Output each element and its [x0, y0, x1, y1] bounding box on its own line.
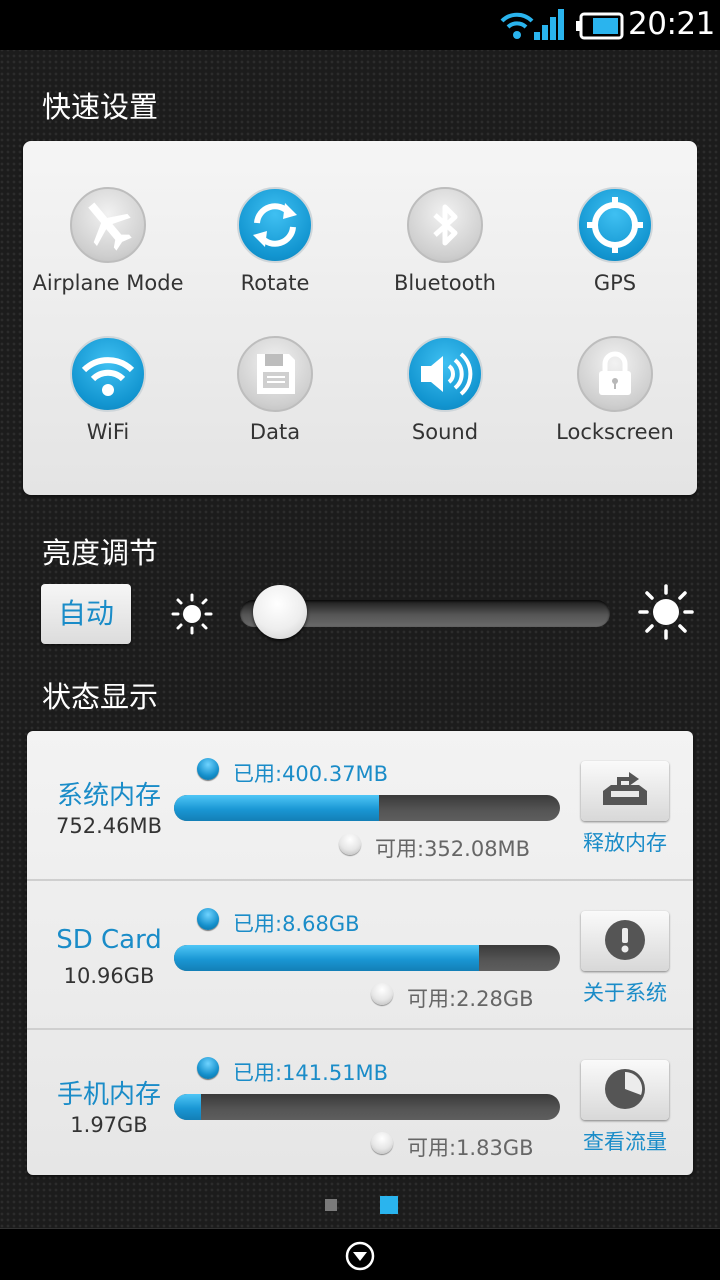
- toggle-label: Bluetooth: [394, 271, 496, 295]
- status-title: 状态显示: [42, 680, 159, 714]
- info-icon: [605, 920, 645, 960]
- storage-total: 1.97GB: [70, 1113, 148, 1137]
- usage-bar: [174, 1094, 560, 1120]
- page-indicator-2[interactable]: [380, 1196, 398, 1214]
- release-memory-button[interactable]: [581, 761, 669, 821]
- bluetooth-icon: [407, 187, 483, 263]
- collapse-bar[interactable]: [0, 1228, 720, 1280]
- usage-bar: [174, 795, 560, 821]
- action-label[interactable]: 关于系统: [567, 977, 683, 1007]
- sun-large-icon: [638, 584, 694, 640]
- used-text: 已用:400.37MB: [233, 762, 389, 786]
- wifi-icon: [500, 12, 534, 39]
- free-dot: [371, 983, 393, 1005]
- used-text: 已用:8.68GB: [233, 912, 360, 936]
- storage-name: SD Card: [56, 925, 162, 955]
- usage-bar-fill: [174, 945, 479, 971]
- free-dot: [371, 1132, 393, 1154]
- action-label[interactable]: 释放内存: [567, 827, 683, 857]
- toggle-sound[interactable]: Sound: [360, 336, 530, 476]
- rotate-icon: [237, 187, 313, 263]
- action-label[interactable]: 查看流量: [567, 1126, 683, 1156]
- lock-icon: [577, 336, 653, 412]
- brightness-title: 亮度调节: [42, 536, 159, 570]
- toggle-label: GPS: [593, 271, 637, 295]
- collapse-arrow-icon[interactable]: [344, 1240, 376, 1272]
- about-system-button[interactable]: [581, 911, 669, 971]
- battery-icon: [576, 12, 624, 40]
- toggle-label: Rotate: [240, 271, 310, 295]
- airplane-icon: [70, 187, 146, 263]
- status-bar: 20:21: [0, 0, 720, 50]
- toggle-data[interactable]: Data: [190, 336, 360, 476]
- storage-name: 系统内存: [56, 781, 161, 811]
- free-dot: [339, 833, 361, 855]
- free-text: 可用:2.28GB: [407, 987, 534, 1011]
- toggle-airplane-mode[interactable]: Airplane Mode: [23, 187, 193, 327]
- toggle-rotate[interactable]: Rotate: [190, 187, 360, 327]
- page-indicator-1[interactable]: [325, 1199, 337, 1211]
- toggle-label: Data: [249, 420, 301, 444]
- used-dot: [197, 908, 219, 930]
- storage-row-phone-memory: 手机内存 1.97GB 已用:141.51MB 可用:1.83GB 查看流量: [27, 1028, 693, 1175]
- toggle-label: Lockscreen: [556, 420, 674, 444]
- brightness-slider-thumb[interactable]: [253, 585, 307, 639]
- storage-total: 752.46MB: [55, 814, 162, 838]
- quick-settings-title: 快速设置: [42, 90, 159, 124]
- sound-icon: [407, 336, 483, 412]
- free-text: 可用:352.08MB: [375, 837, 531, 861]
- release-memory-icon: [603, 772, 647, 805]
- toggle-gps[interactable]: GPS: [530, 187, 700, 327]
- storage-total: 10.96GB: [63, 964, 155, 988]
- toggle-wifi[interactable]: WiFi: [23, 336, 193, 476]
- free-text: 可用:1.83GB: [407, 1136, 534, 1160]
- data-icon: [237, 336, 313, 412]
- toggle-lockscreen[interactable]: Lockscreen: [530, 336, 700, 476]
- toggle-label: Airplane Mode: [32, 271, 184, 295]
- status-panel: 系统内存 752.46MB 已用:400.37MB 可用:352.08MB 释放…: [27, 731, 693, 1175]
- toggle-bluetooth[interactable]: Bluetooth: [360, 187, 530, 327]
- storage-row-system-memory: 系统内存 752.46MB 已用:400.37MB 可用:352.08MB 释放…: [27, 731, 693, 879]
- toggle-label: WiFi: [86, 420, 130, 444]
- usage-bar-fill: [174, 1094, 202, 1120]
- used-dot: [197, 1057, 219, 1079]
- view-traffic-button[interactable]: [581, 1060, 669, 1120]
- sun-small-icon: [171, 593, 213, 635]
- clock: 20:21: [628, 6, 715, 42]
- auto-brightness-button[interactable]: 自动: [41, 584, 131, 644]
- signal-icon: [534, 9, 564, 40]
- used-text: 已用:141.51MB: [233, 1061, 389, 1085]
- wifi-icon: [70, 336, 146, 412]
- usage-bar: [174, 945, 560, 971]
- quick-settings-panel: Airplane Mode Rotate Bluetooth GPS WiFi …: [23, 141, 697, 495]
- storage-row-sd-card: SD Card 10.96GB 已用:8.68GB 可用:2.28GB 关于系统: [27, 879, 693, 1027]
- gps-icon: [577, 187, 653, 263]
- pie-chart-icon: [605, 1069, 645, 1109]
- usage-bar-fill: [174, 795, 379, 821]
- storage-name: 手机内存: [56, 1080, 161, 1110]
- used-dot: [197, 758, 219, 780]
- toggle-label: Sound: [411, 420, 479, 444]
